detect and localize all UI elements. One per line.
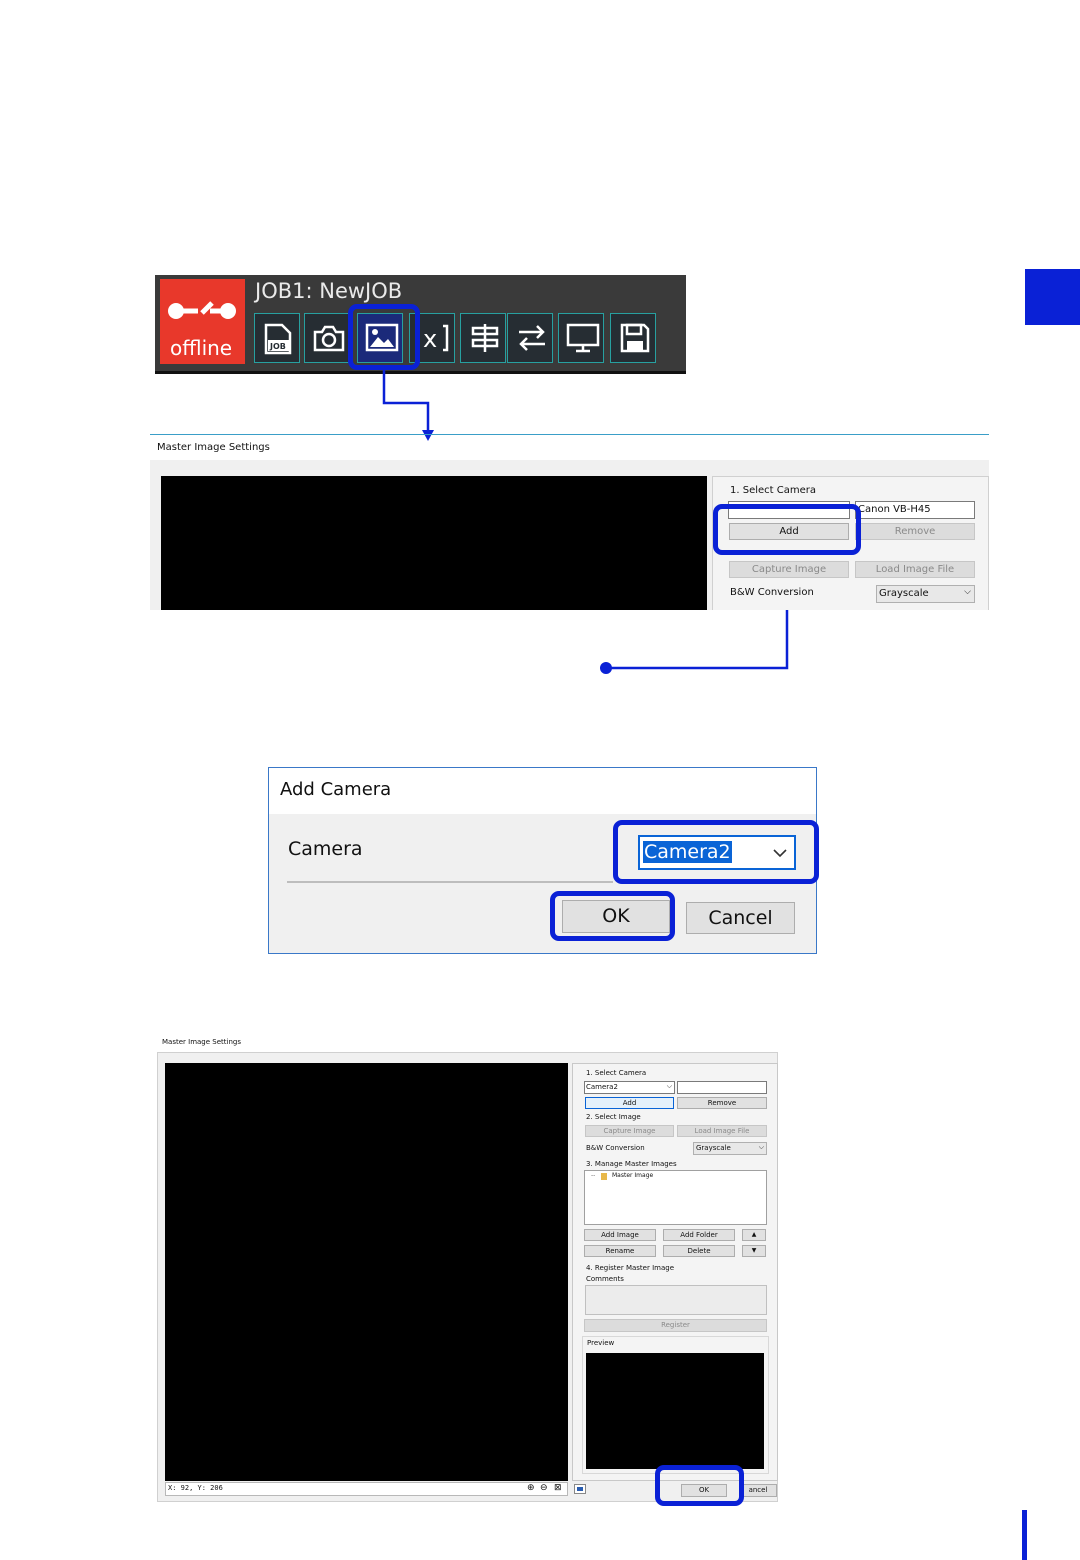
camera-label: Camera xyxy=(288,838,363,860)
chevron-down-icon: ⌵ xyxy=(758,1143,764,1151)
bw-conversion-label: B&W Conversion xyxy=(730,587,814,598)
move-down-button[interactable]: ▼ xyxy=(742,1245,766,1257)
chevron-down-icon: ⌵ xyxy=(666,1082,672,1090)
monitor-icon xyxy=(566,323,600,353)
bw-conversion-value-2: Grayscale xyxy=(696,1144,731,1152)
add-button-highlight xyxy=(713,504,861,555)
comments-field[interactable] xyxy=(585,1285,767,1315)
register-button[interactable]: Register xyxy=(584,1319,767,1332)
preview-image xyxy=(586,1353,764,1469)
bw-conversion-select[interactable]: Grayscale ⌵ xyxy=(876,585,975,603)
bw-conversion-select-2[interactable]: Grayscale ⌵ xyxy=(693,1142,767,1155)
status-badge: offline xyxy=(160,279,245,364)
ok-button-2-highlight xyxy=(655,1465,744,1506)
master-image-tree[interactable]: -- Master Image xyxy=(584,1170,767,1225)
remove-button[interactable]: Remove xyxy=(855,523,975,540)
cancel-button[interactable]: Cancel xyxy=(686,902,795,934)
dialog-title: Master Image Settings xyxy=(157,442,270,453)
up-arrow-icon: ▲ xyxy=(751,1231,757,1238)
camera-icon xyxy=(313,325,345,352)
select-image-heading: 2. Select Image xyxy=(586,1113,641,1121)
bw-conversion-label-2: B&W Conversion xyxy=(586,1144,645,1152)
ok-button-highlight xyxy=(550,891,675,941)
load-image-file-button[interactable]: Load Image File xyxy=(855,561,975,578)
image-preview-area xyxy=(161,476,707,610)
adjust-icon xyxy=(471,324,499,352)
coords-readout: X: 92, Y: 206 xyxy=(168,1484,223,1492)
status-bar: X: 92, Y: 206 ⊕ ⊖ ⊠ xyxy=(165,1482,568,1496)
add-folder-button[interactable]: Add Folder xyxy=(663,1229,735,1241)
delete-button[interactable]: Delete xyxy=(663,1245,735,1257)
cancel-button-2[interactable]: ancel xyxy=(739,1484,777,1497)
zoom-out-icon[interactable]: ⊖ xyxy=(540,1483,548,1493)
manage-heading: 3. Manage Master Images xyxy=(586,1160,677,1168)
dialog-title-2: Master Image Settings xyxy=(162,1038,241,1046)
camera-name-field[interactable]: Canon VB-H45 xyxy=(855,501,975,519)
remove-button-2[interactable]: Remove xyxy=(677,1097,767,1109)
add-camera-title: Add Camera xyxy=(280,779,392,800)
status-label: offline xyxy=(170,336,233,360)
bw-conversion-value: Grayscale xyxy=(879,588,929,599)
svg-text:x: x xyxy=(423,325,437,353)
camera-name-value: Canon VB-H45 xyxy=(858,504,931,515)
camera-select-2[interactable]: Camera2 ⌵ xyxy=(584,1081,675,1094)
connection-icon xyxy=(168,301,236,319)
add-image-button[interactable]: Add Image xyxy=(584,1229,656,1241)
camera-name-field-2[interactable] xyxy=(677,1081,767,1094)
page-edge-bar xyxy=(1022,1510,1027,1560)
zoom-in-icon[interactable]: ⊕ xyxy=(527,1483,535,1493)
svg-text:JOB: JOB xyxy=(269,342,286,351)
image-preview-area-2 xyxy=(165,1063,568,1481)
panel-icon-inner xyxy=(577,1487,583,1491)
camera-dropdown-highlight xyxy=(613,820,819,884)
save-button[interactable] xyxy=(610,313,656,363)
rename-button[interactable]: Rename xyxy=(584,1245,656,1257)
select-camera-heading-2: 1. Select Camera xyxy=(586,1069,647,1077)
adjust-button[interactable] xyxy=(460,313,506,363)
select-camera-heading: 1. Select Camera xyxy=(730,485,816,496)
divider-line xyxy=(150,434,989,435)
capture-image-button-2[interactable]: Capture Image xyxy=(585,1125,674,1137)
chevron-down-icon: ⌵ xyxy=(964,587,971,597)
chapter-tab xyxy=(1025,269,1080,325)
image-button-highlight xyxy=(348,304,420,370)
transfer-button[interactable] xyxy=(507,313,553,363)
monitor-button[interactable] xyxy=(558,313,604,363)
panel-icon[interactable] xyxy=(574,1484,586,1494)
folder-icon xyxy=(601,1173,607,1180)
fit-icon[interactable]: ⊠ xyxy=(554,1483,562,1493)
job-icon: JOB xyxy=(264,323,292,355)
variable-icon: x xyxy=(423,324,449,353)
down-arrow-icon: ▼ xyxy=(751,1247,757,1254)
capture-image-button[interactable]: Capture Image xyxy=(729,561,849,578)
transfer-icon xyxy=(519,325,545,351)
job-button[interactable]: JOB xyxy=(254,313,300,363)
separator xyxy=(287,881,613,883)
camera-select-value: Camera2 xyxy=(586,1083,618,1091)
preview-label: Preview xyxy=(587,1339,615,1347)
comments-label: Comments xyxy=(586,1275,624,1283)
camera-button[interactable] xyxy=(304,313,350,363)
tree-connector: -- xyxy=(591,1172,596,1179)
save-icon xyxy=(620,323,650,353)
register-heading: 4. Register Master Image xyxy=(586,1264,675,1272)
tree-item-master-image[interactable]: Master Image xyxy=(612,1172,653,1179)
move-up-button[interactable]: ▲ xyxy=(742,1229,766,1241)
add-button-2[interactable]: Add xyxy=(585,1097,674,1109)
job-title: JOB1: NewJOB xyxy=(255,279,403,303)
load-image-file-button-2[interactable]: Load Image File xyxy=(677,1125,767,1137)
